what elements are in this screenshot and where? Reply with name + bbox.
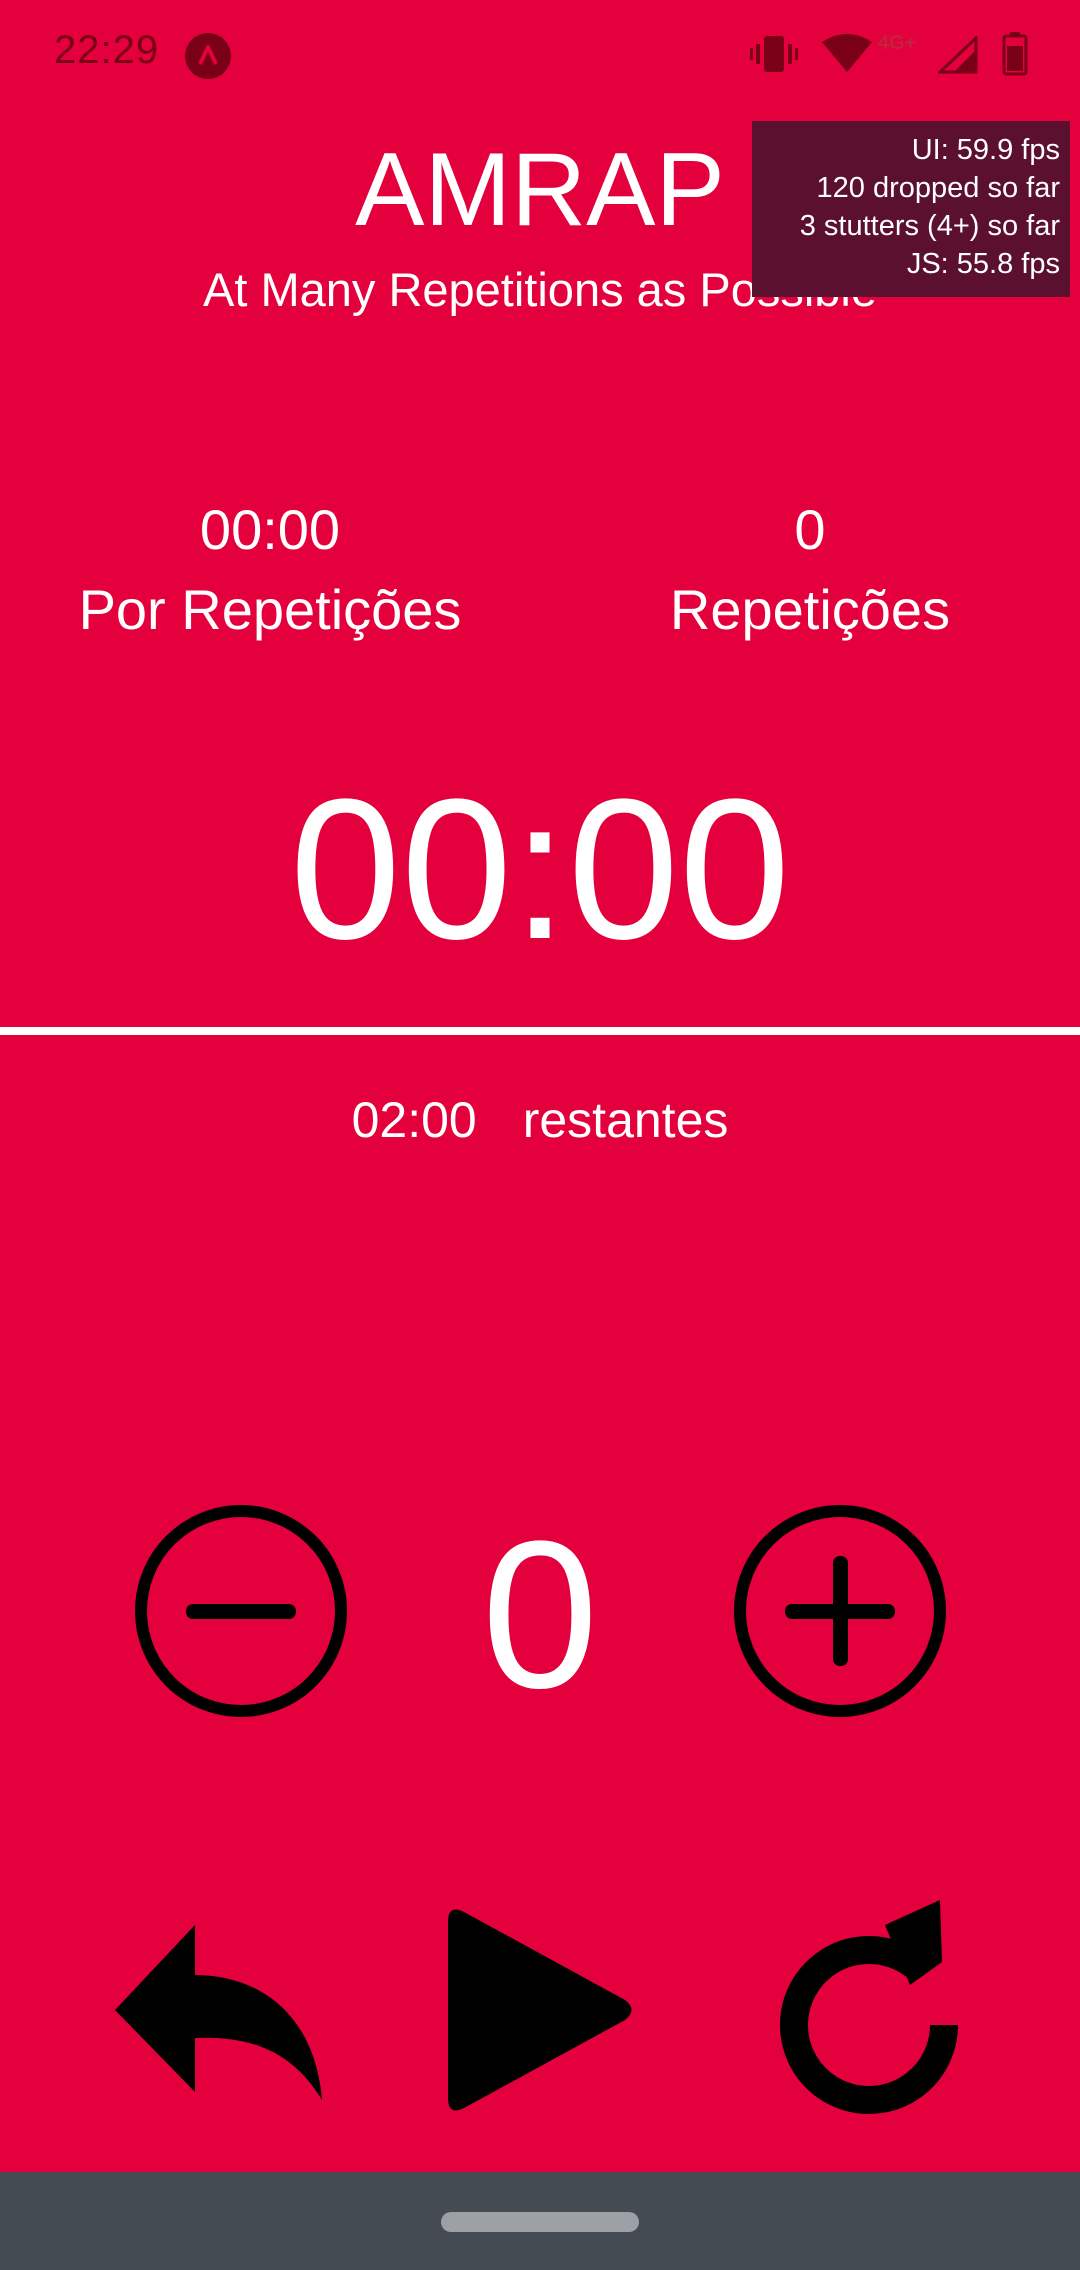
play-button[interactable] xyxy=(440,1900,640,2120)
status-time: 22:29 xyxy=(54,28,160,72)
minus-circle-icon xyxy=(135,1505,347,1717)
divider xyxy=(0,1027,1080,1035)
reps-value: 0 xyxy=(794,498,826,561)
reps-label: Repetições xyxy=(669,578,951,641)
network-type-label: 4G+ xyxy=(878,32,917,54)
decrement-button[interactable] xyxy=(134,1504,348,1718)
remaining-time-label: restantes xyxy=(522,1092,729,1148)
reply-arrow-icon xyxy=(115,1925,322,2100)
back-button[interactable] xyxy=(110,1920,330,2100)
increment-button[interactable] xyxy=(733,1504,947,1718)
status-bar: 22:29 4G+ xyxy=(0,0,1080,112)
performance-overlay: UI: 59.9 fps 120 dropped so far 3 stutte… xyxy=(752,121,1070,297)
reset-button[interactable] xyxy=(770,1900,970,2120)
per-rep-stat: 00:00 Por Repetições xyxy=(20,490,520,650)
battery-icon xyxy=(1002,32,1028,76)
perf-dropped: 120 dropped so far xyxy=(816,172,1060,204)
app-notification-icon xyxy=(185,33,231,79)
status-icons: 4G+ xyxy=(720,0,1080,112)
remaining-time: 02:00 restantes xyxy=(0,1090,1080,1150)
rep-counter-value: 0 xyxy=(481,1497,599,1732)
per-rep-label: Por Repetições xyxy=(78,578,462,641)
perf-stutters: 3 stutters (4+) so far xyxy=(799,210,1060,242)
plus-circle-icon xyxy=(734,1505,946,1717)
wifi-icon xyxy=(822,34,872,72)
play-icon xyxy=(448,1909,632,2111)
app-screen: 22:29 4G+ UI: 59.9 fps 120 dropped so fa… xyxy=(0,0,1080,2270)
remaining-time-value: 02:00 xyxy=(351,1092,477,1148)
cell-signal-icon xyxy=(938,36,978,74)
system-nav-bar xyxy=(0,2172,1080,2270)
per-rep-time: 00:00 xyxy=(199,498,341,561)
perf-js-fps: JS: 55.8 fps xyxy=(906,248,1060,280)
refresh-icon xyxy=(780,1900,958,2114)
home-gesture-handle[interactable] xyxy=(441,2212,639,2232)
vibrate-icon xyxy=(750,36,798,72)
elapsed-timer: 00:00 xyxy=(289,758,791,981)
reps-stat: 0 Repetições xyxy=(560,490,1060,650)
perf-ui-fps: UI: 59.9 fps xyxy=(911,134,1060,166)
